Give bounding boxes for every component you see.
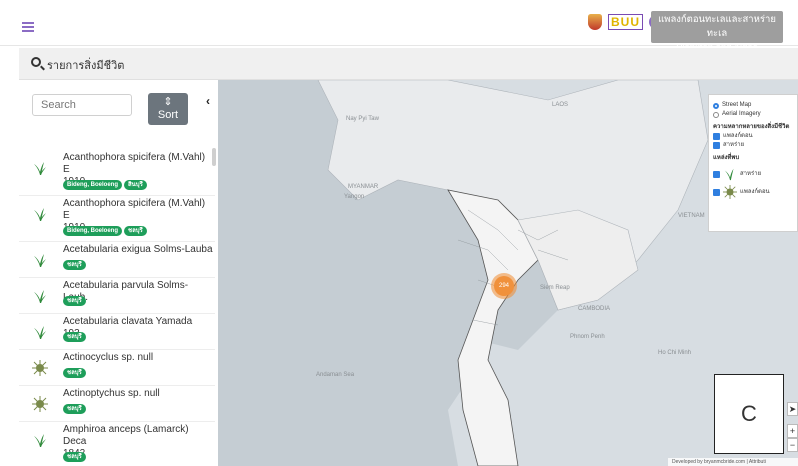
list-item[interactable]: Acetabularia exigua Solms-Lauba ชลบุรี	[19, 242, 215, 278]
location-badge: ชลบุรี	[63, 260, 86, 270]
source-heading: แหล่งที่พบ	[713, 155, 740, 161]
aerial-imagery-label: Aerial Imagery	[722, 111, 761, 117]
plankton-layer-checkbox[interactable]: แพลงก์ตอน	[713, 132, 793, 141]
buu-logo: BUU	[608, 14, 643, 30]
checkbox-checked-icon	[713, 170, 720, 178]
location-badge: Bideng, Boeloeng	[63, 180, 122, 190]
app-title[interactable]: แพลงก์ตอนทะเลและสาหร่ายทะเล Plankton and…	[651, 11, 783, 53]
item-badges: ชลบุรี	[63, 260, 86, 270]
collapse-panel-icon[interactable]: ‹	[206, 94, 210, 108]
item-name: Actinoptychus sp. null	[63, 388, 160, 399]
map-label-laos: LAOS	[552, 102, 569, 108]
item-badges: ชลบุรี	[63, 404, 86, 414]
item-badges: ชลบุรี	[63, 332, 86, 342]
list-header-bar: รายการสิ่งมีชีวิต	[19, 48, 798, 80]
marker-cluster[interactable]: 294	[491, 273, 517, 299]
algae-icon	[32, 160, 48, 176]
map-label-siem-reap: Siem Reap	[540, 285, 570, 291]
location-badge: ชลบุรี	[124, 226, 147, 236]
list-item[interactable]: Amphiroa anceps (Lamarck) Deca 1842ชลบุร…	[19, 422, 215, 466]
plankton-icon	[723, 185, 737, 199]
algae-icon	[32, 206, 48, 222]
item-badges: Bideng, Boeloeng ชลบุรี	[63, 226, 147, 236]
algae-icon	[724, 168, 734, 181]
map-label-phnom-penh: Phnom Penh	[570, 334, 605, 340]
item-badges: ชลบุรี	[63, 368, 86, 378]
item-badges: Bideng, Boeloeng สินบุรี	[63, 180, 147, 190]
search-icon	[31, 57, 41, 67]
app-title-th: แพลงก์ตอนทะเลและสาหร่ายทะเล	[658, 14, 776, 39]
location-badge: ชลบุรี	[63, 296, 86, 306]
algae-layer-checkbox[interactable]: สาหร่าย	[713, 141, 793, 150]
location-badge: สินบุรี	[124, 180, 147, 190]
source-algae-label: สาหร่าย	[740, 170, 762, 177]
item-badges: ชลบุรี	[63, 296, 86, 306]
algae-icon	[32, 432, 48, 448]
organism-list-panel: Search ⇕ Sort ‹ Acanthophora spicifera (…	[19, 80, 217, 466]
algae-icon	[32, 324, 48, 340]
menu-icon[interactable]	[22, 22, 34, 32]
list-item[interactable]: Acetabularia parvula Solms-Laub.ชลบุรี	[19, 278, 215, 314]
list-item[interactable]: Acetabularia clavata Yamada 193·ชลบุรี	[19, 314, 215, 350]
radio-empty-icon	[713, 111, 719, 118]
location-badge: ชลบุรี	[63, 368, 86, 378]
checkbox-checked-icon	[713, 188, 720, 196]
street-map-option[interactable]: Street Map	[713, 101, 793, 110]
map-label-vietnam: VIETNAM	[678, 213, 705, 219]
source-algae-checkbox[interactable]: สาหร่าย	[713, 167, 793, 181]
item-badges: ชลบุรี	[63, 452, 86, 462]
map-label-ho-chi-minh: Ho Chi Minh	[658, 350, 692, 356]
plankton-icon	[32, 396, 48, 412]
plankton-layer-label: แพลงก์ตอน	[723, 133, 753, 139]
map-attribution[interactable]: Developed by bryanmcbride.com | Attribut…	[668, 458, 798, 466]
location-badge: ชลบุรี	[63, 332, 86, 342]
overlay-letter-box: C	[714, 374, 784, 454]
radio-selected-icon	[713, 102, 719, 109]
location-badge: Bideng, Boeloeng	[63, 226, 122, 236]
cluster-count: 294	[494, 276, 514, 296]
map-label-andaman-sea: Andaman Sea	[316, 372, 355, 378]
university-logo-icon	[588, 14, 602, 30]
sort-label: Sort	[157, 109, 179, 121]
organism-list: Acanthophora spicifera (M.Vahl) E 1910Bi…	[19, 150, 215, 466]
map-label-nay-pyi-taw: Nay Pyi Taw	[346, 116, 379, 122]
map-label-myanmar: MYANMAR	[348, 184, 379, 190]
list-item[interactable]: Actinocyclus sp. null ชลบุรี	[19, 350, 215, 386]
zoom-out-button[interactable]: −	[787, 438, 798, 452]
item-name: Acetabularia exigua Solms-Lauba	[63, 244, 213, 255]
algae-icon	[32, 252, 48, 268]
location-badge: ชลบุรี	[63, 452, 86, 462]
list-item[interactable]: Actinoptychus sp. null ชลบุรี	[19, 386, 215, 422]
street-map-label: Street Map	[722, 102, 752, 108]
checkbox-checked-icon	[713, 133, 720, 140]
search-input[interactable]: Search	[32, 94, 132, 116]
layer-control: Street Map Aerial Imagery ความหลากหลายขอ…	[708, 94, 798, 232]
diversity-heading: ความหลากหลายของสิ่งมีชีวิต	[713, 124, 790, 130]
item-name: Actinocyclus sp. null	[63, 352, 154, 363]
top-bar: BUU แพลงก์ตอนทะเลและสาหร่ายทะเล Plankton…	[0, 0, 798, 53]
algae-layer-label: สาหร่าย	[723, 142, 745, 148]
sort-icon: ⇕	[163, 96, 173, 108]
list-item[interactable]: Acanthophora spicifera (M.Vahl) E 1910Bi…	[19, 196, 215, 242]
location-badge: ชลบุรี	[63, 404, 86, 414]
map-label-cambodia: CAMBODIA	[578, 306, 611, 312]
sort-button[interactable]: ⇕ Sort	[148, 93, 188, 125]
map-label-yangon: Yangon	[344, 194, 365, 200]
list-header-label: รายการสิ่งมีชีวิต	[47, 60, 125, 72]
algae-icon	[32, 288, 48, 304]
zoom-in-button[interactable]: +	[787, 424, 798, 438]
plankton-icon	[32, 360, 48, 376]
aerial-imagery-option[interactable]: Aerial Imagery	[713, 110, 793, 119]
source-plankton-label: แพลงก์ตอน	[740, 188, 770, 195]
source-plankton-checkbox[interactable]: แพลงก์ตอน	[713, 185, 793, 199]
list-item[interactable]: Acanthophora spicifera (M.Vahl) E 1910Bi…	[19, 150, 215, 196]
locate-button[interactable]: ➤	[787, 402, 798, 416]
checkbox-checked-icon	[713, 142, 720, 149]
